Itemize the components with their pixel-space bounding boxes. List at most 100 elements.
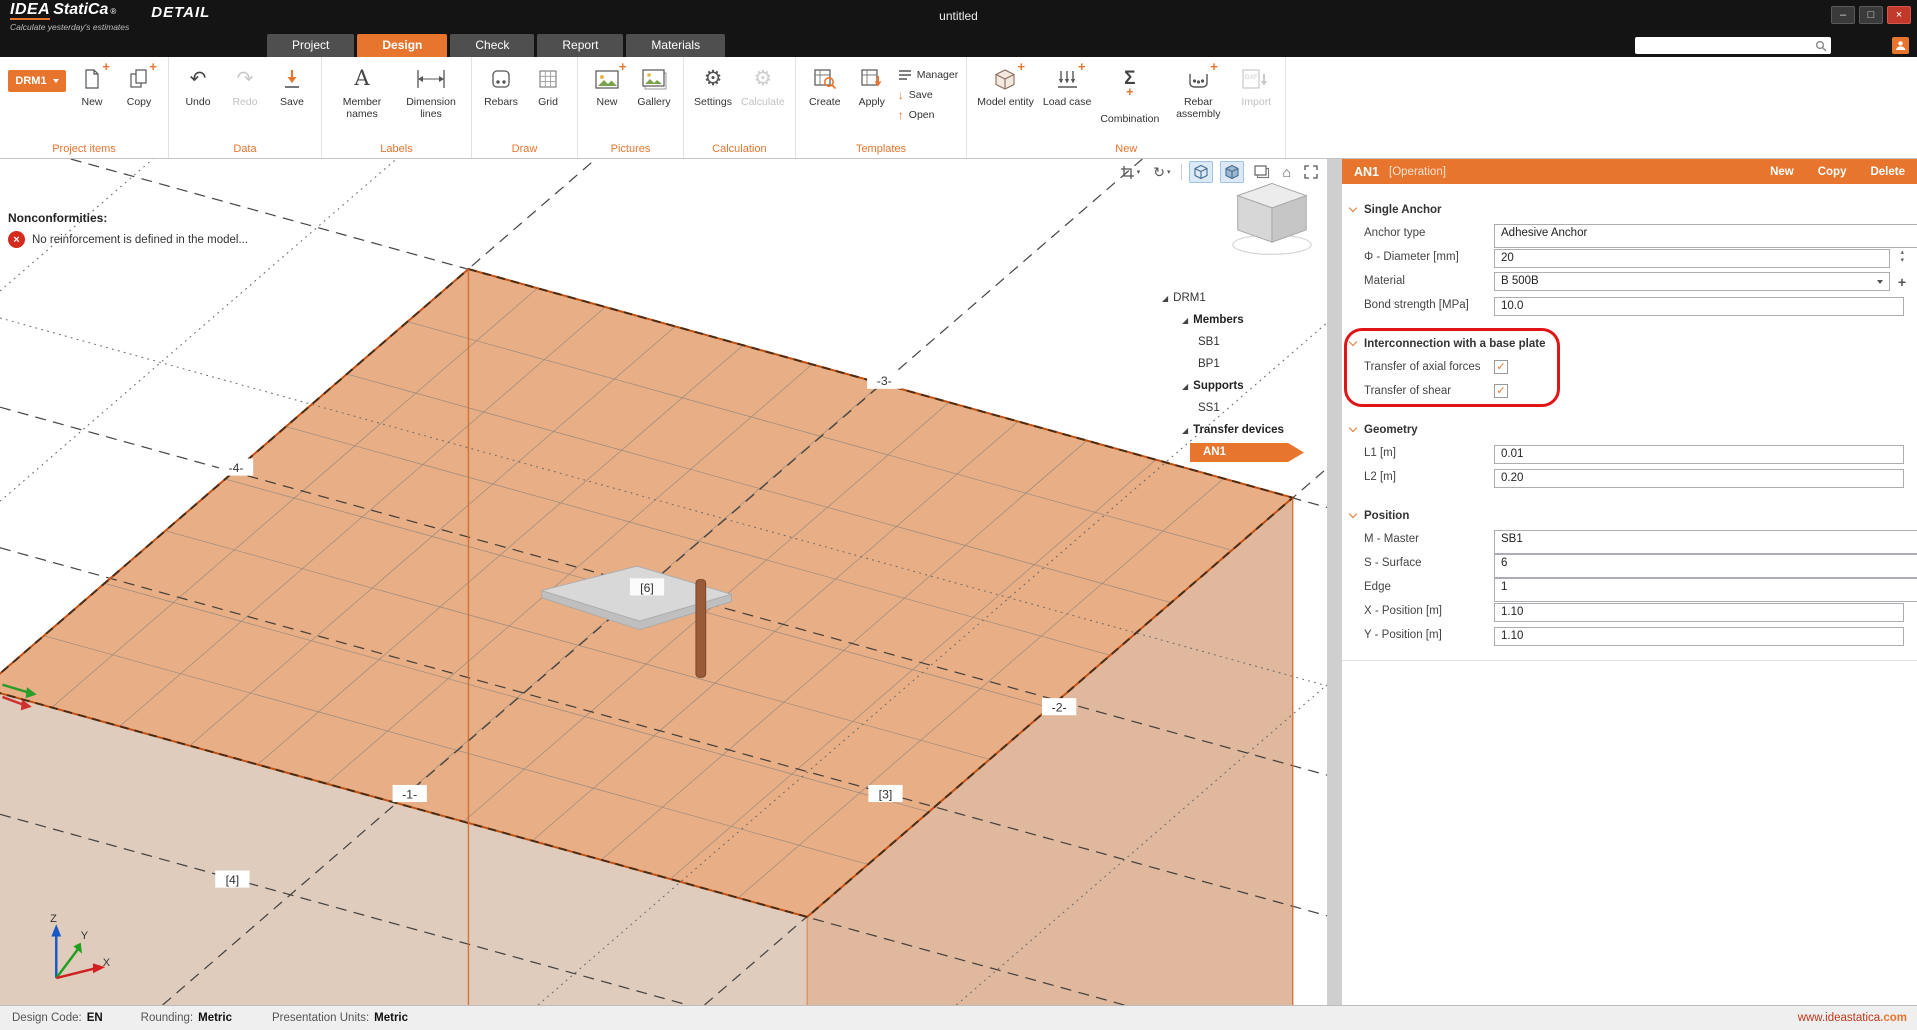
tree-item-sb1[interactable]: SB1	[1160, 331, 1325, 353]
expander-icon[interactable]: ◢	[1162, 294, 1168, 303]
dimension-lines-button[interactable]: Dimension lines	[399, 62, 463, 122]
3d-scene[interactable]: -3- -4- -2- -1- [3] [4] [6]	[0, 159, 1327, 1005]
nonconformity-item[interactable]: × No reinforcement is defined in the mod…	[8, 231, 248, 248]
bond-strength-input[interactable]	[1494, 297, 1904, 316]
template-create-button[interactable]: Create	[804, 62, 846, 111]
shaded-view-button[interactable]	[1220, 161, 1244, 183]
expander-icon[interactable]: ◢	[1182, 382, 1188, 391]
save-button[interactable]: Save	[271, 62, 313, 111]
load-case-button[interactable]: + Load case	[1041, 62, 1093, 111]
l1-input[interactable]	[1494, 445, 1904, 464]
panel-new-button[interactable]: New	[1770, 166, 1794, 178]
section-tool-button[interactable]: ▾	[1117, 163, 1144, 182]
section-header[interactable]: Position	[1342, 504, 1917, 528]
tab-check[interactable]: Check	[450, 34, 534, 57]
toolbar-separator	[1181, 164, 1182, 180]
anchor-rod[interactable]	[696, 580, 706, 678]
svg-text:[4]: [4]	[226, 873, 240, 887]
maximize-button[interactable]: □	[1859, 6, 1883, 24]
expander-icon[interactable]: ◢	[1182, 426, 1188, 435]
nonconformities-panel: Nonconformities: × No reinforcement is d…	[8, 211, 248, 248]
design-code-status[interactable]: Design Code: EN	[12, 1012, 103, 1024]
tab-materials[interactable]: Materials	[626, 34, 725, 57]
template-open-button[interactable]: ↑ Open	[898, 107, 958, 122]
gallery-icon	[641, 64, 668, 94]
splitter[interactable]	[1327, 159, 1342, 1005]
tree-item-supports[interactable]: ◢ Supports	[1160, 375, 1325, 397]
edge-select[interactable]: 1	[1494, 578, 1917, 602]
template-save-button[interactable]: ↓ Save	[898, 87, 958, 102]
rebar-assembly-button[interactable]: + Rebar assembly	[1166, 62, 1230, 122]
spin-down-icon[interactable]: ▾	[1900, 257, 1904, 265]
material-select[interactable]: B 500B	[1494, 272, 1890, 291]
settings-button[interactable]: ⚙ Settings	[692, 62, 734, 111]
solid-cube-icon	[1224, 164, 1240, 180]
template-manager-button[interactable]: Manager	[898, 67, 958, 82]
grid-button[interactable]: Grid	[527, 62, 569, 111]
orbit-tool-button[interactable]: ↻ ▾	[1150, 162, 1173, 183]
section-header[interactable]: Interconnection with a base plate	[1342, 332, 1917, 356]
template-apply-button[interactable]: Apply	[851, 62, 893, 111]
tree-item-drm1[interactable]: ◢ DRM1	[1160, 287, 1325, 309]
tree-item-bp1[interactable]: BP1	[1160, 353, 1325, 375]
tab-design[interactable]: Design	[357, 34, 447, 57]
svg-text:DXF: DXF	[1245, 74, 1258, 81]
section-header[interactable]: Single Anchor	[1342, 198, 1917, 222]
add-material-button[interactable]: +	[1898, 274, 1906, 290]
home-view-button[interactable]: ⌂	[1280, 162, 1294, 182]
units-status[interactable]: Presentation Units: Metric	[272, 1012, 408, 1024]
tree-item-ss1[interactable]: SS1	[1160, 397, 1325, 419]
tab-project[interactable]: Project	[267, 34, 354, 57]
rebars-icon	[489, 64, 513, 94]
x-position-input[interactable]	[1494, 603, 1904, 622]
spinner[interactable]: ▴ ▾	[1900, 249, 1904, 265]
l1-label: L1 [m]	[1364, 447, 1396, 459]
search-box[interactable]	[1635, 37, 1831, 54]
model-entity-button[interactable]: + Model entity	[975, 62, 1036, 111]
section-header[interactable]: Geometry	[1342, 418, 1917, 442]
dimension-line-icon	[415, 64, 447, 94]
website-link[interactable]: www.ideastatica.com	[1798, 1012, 1907, 1024]
tree-item-transfer-devices[interactable]: ◢ Transfer devices	[1160, 419, 1325, 441]
axial-forces-checkbox[interactable]: ✓	[1494, 360, 1508, 374]
search-input[interactable]	[1639, 40, 1815, 52]
tab-report[interactable]: Report	[537, 34, 623, 57]
shear-checkbox[interactable]: ✓	[1494, 384, 1508, 398]
views-gallery-button[interactable]	[1251, 163, 1273, 181]
y-position-input[interactable]	[1494, 627, 1904, 646]
undo-button[interactable]: ↶ Undo	[177, 62, 219, 111]
wireframe-view-button[interactable]	[1189, 161, 1213, 183]
rebars-button[interactable]: Rebars	[480, 62, 522, 111]
navigation-cube[interactable]	[1233, 183, 1311, 254]
tree-item-an1-selected[interactable]: AN1	[1190, 443, 1304, 462]
master-select[interactable]: SB1	[1494, 530, 1917, 554]
expander-icon[interactable]: ◢	[1182, 316, 1188, 325]
minimize-button[interactable]: –	[1831, 6, 1855, 24]
plus-icon: +	[102, 60, 110, 74]
project-item-selector[interactable]: DRM1	[8, 70, 66, 92]
template-create-icon	[812, 64, 838, 94]
account-button[interactable]	[1892, 37, 1909, 54]
section-interconnection: Interconnection with a base plate Transf…	[1342, 332, 1917, 404]
spin-up-icon[interactable]: ▴	[1900, 249, 1904, 257]
member-names-button[interactable]: A Member names	[330, 62, 394, 122]
zoom-fit-button[interactable]	[1301, 163, 1321, 181]
tree-item-members[interactable]: ◢ Members	[1160, 309, 1325, 331]
copy-project-item-button[interactable]: + Copy	[118, 62, 160, 111]
ribbon-group-project-items: DRM1 + New + Copy Project items	[0, 57, 169, 158]
surface-select[interactable]: 6	[1494, 554, 1917, 578]
rounding-status[interactable]: Rounding: Metric	[141, 1012, 232, 1024]
diameter-input[interactable]	[1494, 249, 1890, 268]
panel-delete-button[interactable]: Delete	[1870, 166, 1905, 178]
new-document-icon: +	[80, 64, 104, 94]
undo-icon: ↶	[190, 64, 207, 94]
combination-button[interactable]: Σ + Combination	[1098, 62, 1161, 128]
panel-copy-button[interactable]: Copy	[1818, 166, 1847, 178]
l2-input[interactable]	[1494, 469, 1904, 488]
close-button[interactable]: ×	[1887, 6, 1911, 24]
gallery-button[interactable]: Gallery	[633, 62, 675, 111]
new-project-item-button[interactable]: + New	[71, 62, 113, 111]
anchor-type-select[interactable]: Adhesive Anchor	[1494, 224, 1917, 248]
search-icon	[1815, 40, 1827, 52]
new-picture-button[interactable]: + New	[586, 62, 628, 111]
